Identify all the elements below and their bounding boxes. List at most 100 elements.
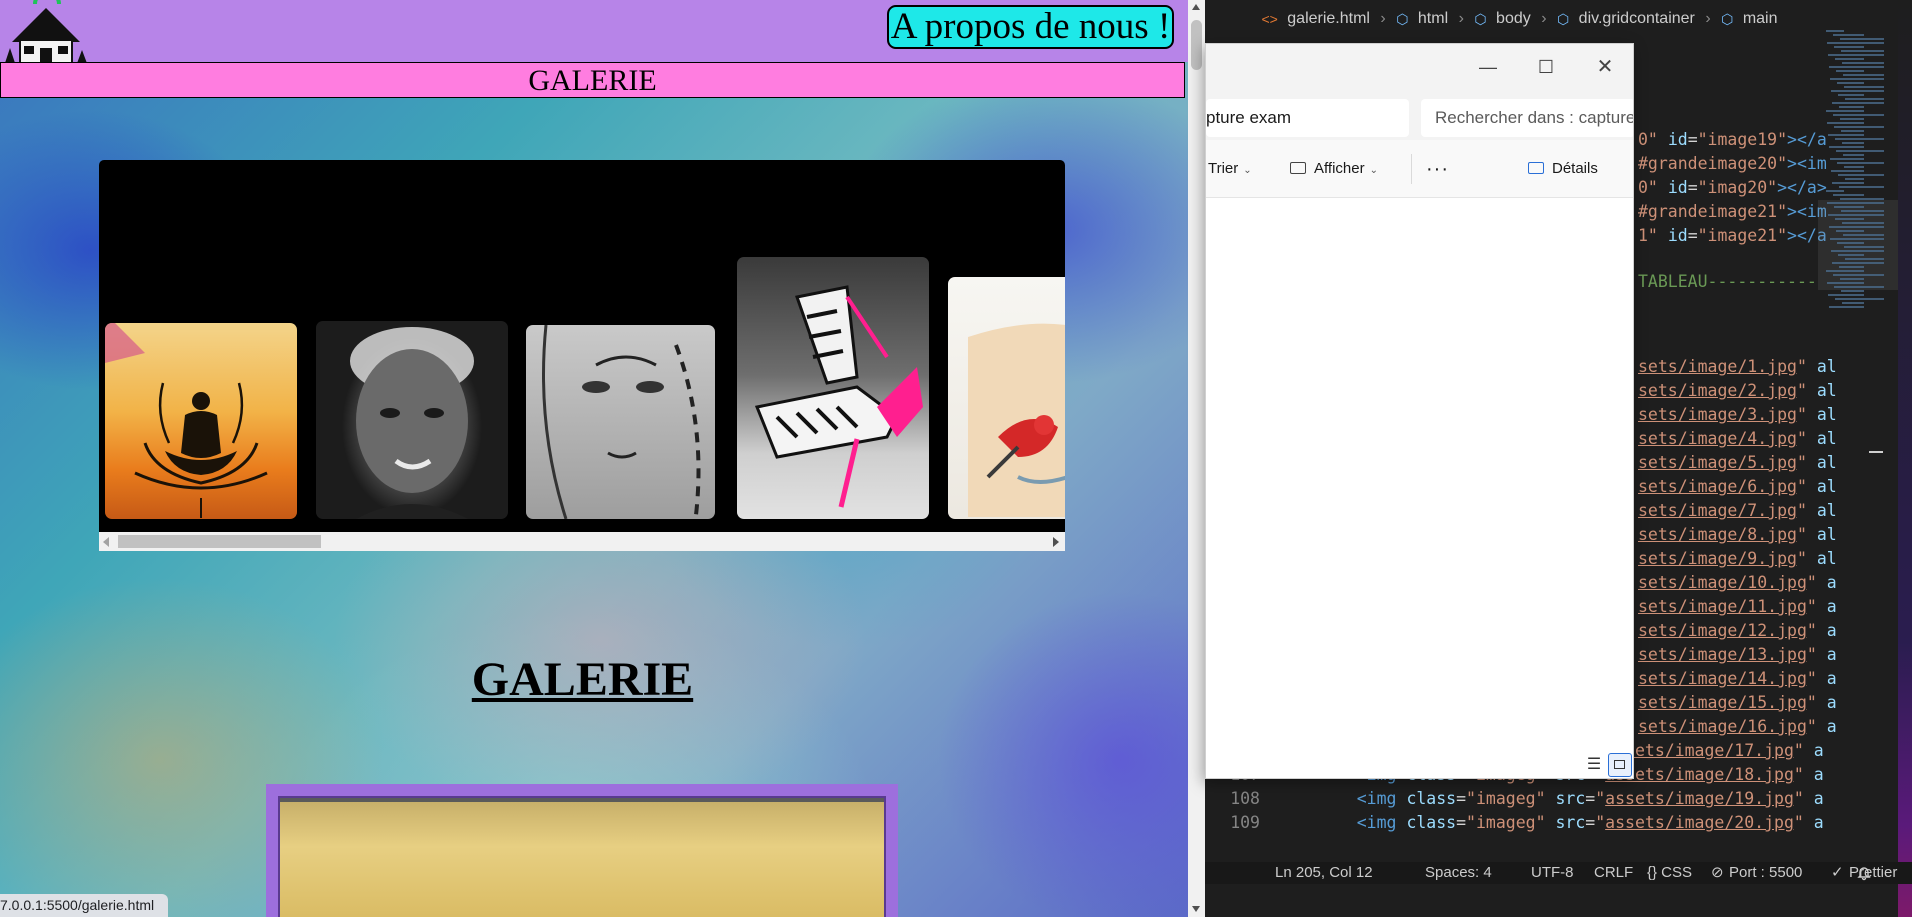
minimap-line <box>1842 62 1884 64</box>
code-token: sets/image/10.jpg <box>1638 573 1807 592</box>
carousel-horizontal-scrollbar[interactable] <box>99 532 1065 551</box>
gallery-thumbnail-portrait[interactable] <box>316 321 508 519</box>
large-framed-painting[interactable] <box>266 784 898 917</box>
link-status-url: 7.0.0.1:5500/galerie.html <box>0 894 168 917</box>
address-bar[interactable]: pture exam <box>1206 99 1409 137</box>
code-line[interactable]: 108 <img class="imageg" src="assets/imag… <box>1205 787 1824 811</box>
code-token: sets/image/12.jpg <box>1638 621 1807 640</box>
breadcrumb-item-body[interactable]: body <box>1496 0 1531 38</box>
minimap-line <box>1834 46 1864 48</box>
minimap-line <box>1838 174 1884 176</box>
code-token: a <box>1813 765 1824 784</box>
code-token: #grandeimage20" <box>1638 154 1788 173</box>
code-token: a <box>1826 645 1837 664</box>
details-view-icon[interactable]: ☰ <box>1584 755 1604 775</box>
code-token: "imag20" <box>1697 178 1778 197</box>
code-token: src <box>1555 813 1586 832</box>
minimap-line <box>1838 254 1864 256</box>
code-token: sets/image/3.jpg <box>1638 405 1797 424</box>
sort-button[interactable]: Trier ⌄ <box>1208 140 1252 198</box>
encoding-setting[interactable]: UTF-8 <box>1531 862 1574 884</box>
view-button[interactable]: Afficher ⌄ <box>1290 140 1378 198</box>
element-icon: ⬡ <box>1721 11 1734 27</box>
breadcrumb-item-html[interactable]: html <box>1418 0 1448 38</box>
maximize-icon[interactable]: ☐ <box>1531 52 1561 82</box>
about-us-button[interactable]: A propos de nous ! <box>887 5 1174 49</box>
sort-label: Trier <box>1208 160 1239 177</box>
view-icon <box>1290 162 1306 174</box>
scroll-left-arrow-icon[interactable] <box>103 537 109 547</box>
code-text: sets/image/6.jpg" al <box>1638 475 1837 499</box>
code-token: sets/image/6.jpg <box>1638 477 1797 496</box>
gallery-thumbnail-lotus-painting[interactable] <box>105 323 297 519</box>
page-vertical-scrollbar[interactable] <box>1188 0 1205 917</box>
code-token: id <box>1667 178 1688 197</box>
gallery-thumbnail-painted-shoe[interactable] <box>948 277 1065 519</box>
minimap-line <box>1827 202 1884 204</box>
code-token: " <box>1806 621 1817 640</box>
breadcrumb-item-file[interactable]: galerie.html <box>1287 0 1370 38</box>
search-input[interactable]: Rechercher dans : capture <box>1421 99 1633 137</box>
image-carousel[interactable] <box>99 160 1065 551</box>
indentation-setting[interactable]: Spaces: 4 <box>1425 862 1492 884</box>
carousel-scroll-thumb[interactable] <box>118 535 321 548</box>
code-token: " <box>1806 717 1817 736</box>
breadcrumb-item-main[interactable]: main <box>1743 0 1778 38</box>
vscode-statusbar: Ln 205, Col 12 Spaces: 4 UTF-8 CRLF {} C… <box>1205 862 1912 884</box>
code-text: sets/image/14.jpg" a <box>1638 667 1837 691</box>
live-server-port[interactable]: Port : 5500 <box>1729 862 1802 884</box>
breadcrumb-item-gridcontainer[interactable]: div.gridcontainer <box>1579 0 1695 38</box>
minimap-line <box>1830 78 1884 80</box>
minimap-line <box>1831 90 1884 92</box>
cursor-position[interactable]: Ln 205, Col 12 <box>1275 862 1373 884</box>
editor-minimap[interactable] <box>1818 30 1898 460</box>
minimap-line <box>1839 186 1884 188</box>
gallery-thumbnail-sketch[interactable] <box>526 325 715 519</box>
code-token: " <box>1796 501 1807 520</box>
code-token: "imageg" <box>1466 789 1546 808</box>
page-scroll-thumb[interactable] <box>1191 20 1202 70</box>
eol-setting[interactable]: CRLF <box>1594 862 1633 884</box>
bell-icon[interactable] <box>1856 865 1872 881</box>
code-token: <img <box>1356 789 1397 808</box>
details-pane-button[interactable]: Détails <box>1528 140 1598 198</box>
minimize-icon[interactable]: — <box>1473 52 1503 82</box>
code-token: al <box>1816 477 1837 496</box>
code-token: id <box>1667 226 1688 245</box>
chevron-down-icon: ⌄ <box>1369 165 1378 176</box>
code-token: sets/image/13.jpg <box>1638 645 1807 664</box>
galerie-nav-bar[interactable]: GALERIE <box>0 62 1185 98</box>
code-token: " <box>1796 429 1807 448</box>
minimap-line <box>1843 154 1864 156</box>
code-token: id <box>1667 130 1688 149</box>
minimap-line <box>1827 122 1864 124</box>
code-token: " <box>1793 813 1804 832</box>
minimap-line <box>1845 258 1884 260</box>
explorer-file-list[interactable] <box>1206 199 1633 749</box>
minimap-line <box>1840 118 1864 120</box>
more-options-button[interactable]: ··· <box>1426 140 1449 198</box>
tiles-view-button[interactable] <box>1608 753 1632 777</box>
minimap-line <box>1836 150 1884 152</box>
close-icon[interactable]: ✕ <box>1590 52 1620 82</box>
scroll-up-arrow-icon[interactable] <box>1192 4 1200 10</box>
scroll-right-arrow-icon[interactable] <box>1053 537 1059 547</box>
house-logo-icon[interactable] <box>2 0 92 70</box>
explorer-titlebar[interactable]: — ☐ ✕ <box>1206 44 1633 92</box>
language-mode[interactable]: {} CSS <box>1647 862 1692 884</box>
file-explorer-window: — ☐ ✕ pture exam Rechercher dans : captu… <box>1205 43 1634 779</box>
line-number: 108 <box>1230 789 1260 808</box>
minimap-line <box>1828 134 1864 136</box>
code-text: 0" id="imag20"></a> <box>1638 176 1827 200</box>
code-line[interactable]: 109 <img class="imageg" src="assets/imag… <box>1205 811 1824 835</box>
code-token: #grandeimage21" <box>1638 202 1788 221</box>
gallery-thumbnail-high-heel[interactable] <box>737 257 929 519</box>
scroll-down-arrow-icon[interactable] <box>1192 906 1200 912</box>
